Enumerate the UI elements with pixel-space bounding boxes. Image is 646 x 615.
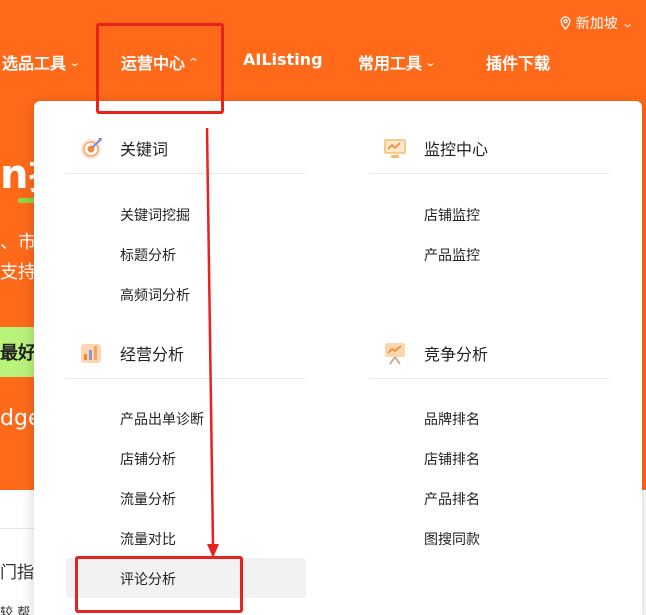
section-divider	[370, 173, 610, 174]
menu-item-frequent-word-analysis[interactable]: 高频词分析	[120, 285, 190, 305]
menu-item-image-search[interactable]: 图搜同款	[424, 529, 480, 549]
nav-item-operations-center[interactable]: 运营中心 ⌃	[121, 50, 201, 74]
chevron-down-icon: ⌄	[620, 16, 634, 30]
region-label: 新加坡	[575, 16, 618, 32]
nav-item-product-tools[interactable]: 选品工具 ⌄	[2, 50, 82, 74]
menu-item-store-analysis[interactable]: 店铺分析	[120, 449, 176, 469]
guide-heading: 门指	[0, 563, 34, 583]
menu-item-order-diagnosis[interactable]: 产品出单诊断	[120, 409, 204, 429]
operations-center-dropdown: 关键词 关键词挖掘 标题分析 高频词分析 监控中心 店铺监控 产品监控 经营分析…	[34, 101, 642, 615]
section-divider	[66, 378, 306, 379]
nav-item-label: AIListing	[243, 50, 323, 69]
menu-item-review-analysis[interactable]: 评论分析	[66, 558, 306, 598]
section-title: 经营分析	[120, 345, 185, 364]
hero-subtitle-line: 、市	[0, 232, 36, 253]
region-selector[interactable]: 新加坡 ⌄	[560, 13, 634, 33]
nav-item-common-tools[interactable]: 常用工具 ⌄	[358, 50, 438, 74]
section-divider	[370, 378, 610, 379]
nav-item-plugin-download[interactable]: 插件下载	[486, 50, 550, 74]
menu-item-store-monitoring[interactable]: 店铺监控	[424, 205, 480, 225]
bar-chart-icon	[81, 344, 101, 363]
nav-item-label: 插件下载	[486, 54, 551, 73]
hero-cta-label: 最好	[0, 343, 36, 364]
content-divider	[0, 528, 36, 529]
section-competition-analysis: 竞争分析	[382, 340, 488, 366]
section-title: 关键词	[120, 140, 169, 159]
chevron-down-icon: ⌄	[68, 55, 82, 69]
section-keywords: 关键词	[78, 135, 168, 161]
section-title: 竞争分析	[424, 345, 489, 364]
menu-item-keyword-mining[interactable]: 关键词挖掘	[120, 205, 190, 225]
menu-item-traffic-analysis[interactable]: 流量分析	[120, 489, 176, 509]
top-bar: 新加坡 ⌄	[0, 0, 646, 40]
menu-item-store-ranking[interactable]: 店铺排名	[424, 449, 480, 469]
chevron-up-icon: ⌃	[187, 55, 201, 69]
guide-text: 较 帮	[0, 606, 31, 615]
nav-item-label: 常用工具	[358, 54, 423, 73]
nav-item-ailisting[interactable]: AIListing	[243, 50, 323, 69]
menu-item-brand-ranking[interactable]: 品牌排名	[424, 409, 480, 429]
chevron-down-icon: ⌄	[424, 55, 438, 69]
section-title: 监控中心	[424, 140, 489, 159]
target-icon	[81, 138, 102, 159]
section-monitoring-center: 监控中心	[382, 135, 488, 161]
monitor-icon	[384, 139, 406, 158]
hero-title: n插	[0, 152, 36, 198]
section-divider	[66, 173, 306, 174]
menu-item-product-monitoring[interactable]: 产品监控	[424, 245, 480, 265]
menu-item-title-analysis[interactable]: 标题分析	[120, 245, 176, 265]
menu-item-traffic-comparison[interactable]: 流量对比	[120, 529, 176, 549]
nav-item-label: 运营中心	[121, 54, 186, 73]
hero-subtitle-line: 支持	[0, 262, 36, 283]
nav-item-label: 选品工具	[2, 54, 67, 73]
section-business-analysis: 经营分析	[78, 340, 184, 366]
main-nav: 选品工具 ⌄ 运营中心 ⌃ AIListing 常用工具 ⌄ 插件下载	[0, 40, 646, 84]
presentation-icon	[385, 343, 405, 365]
location-pin-icon	[560, 16, 571, 30]
hero-tagline: dge	[0, 406, 36, 431]
menu-item-product-ranking[interactable]: 产品排名	[424, 489, 480, 509]
